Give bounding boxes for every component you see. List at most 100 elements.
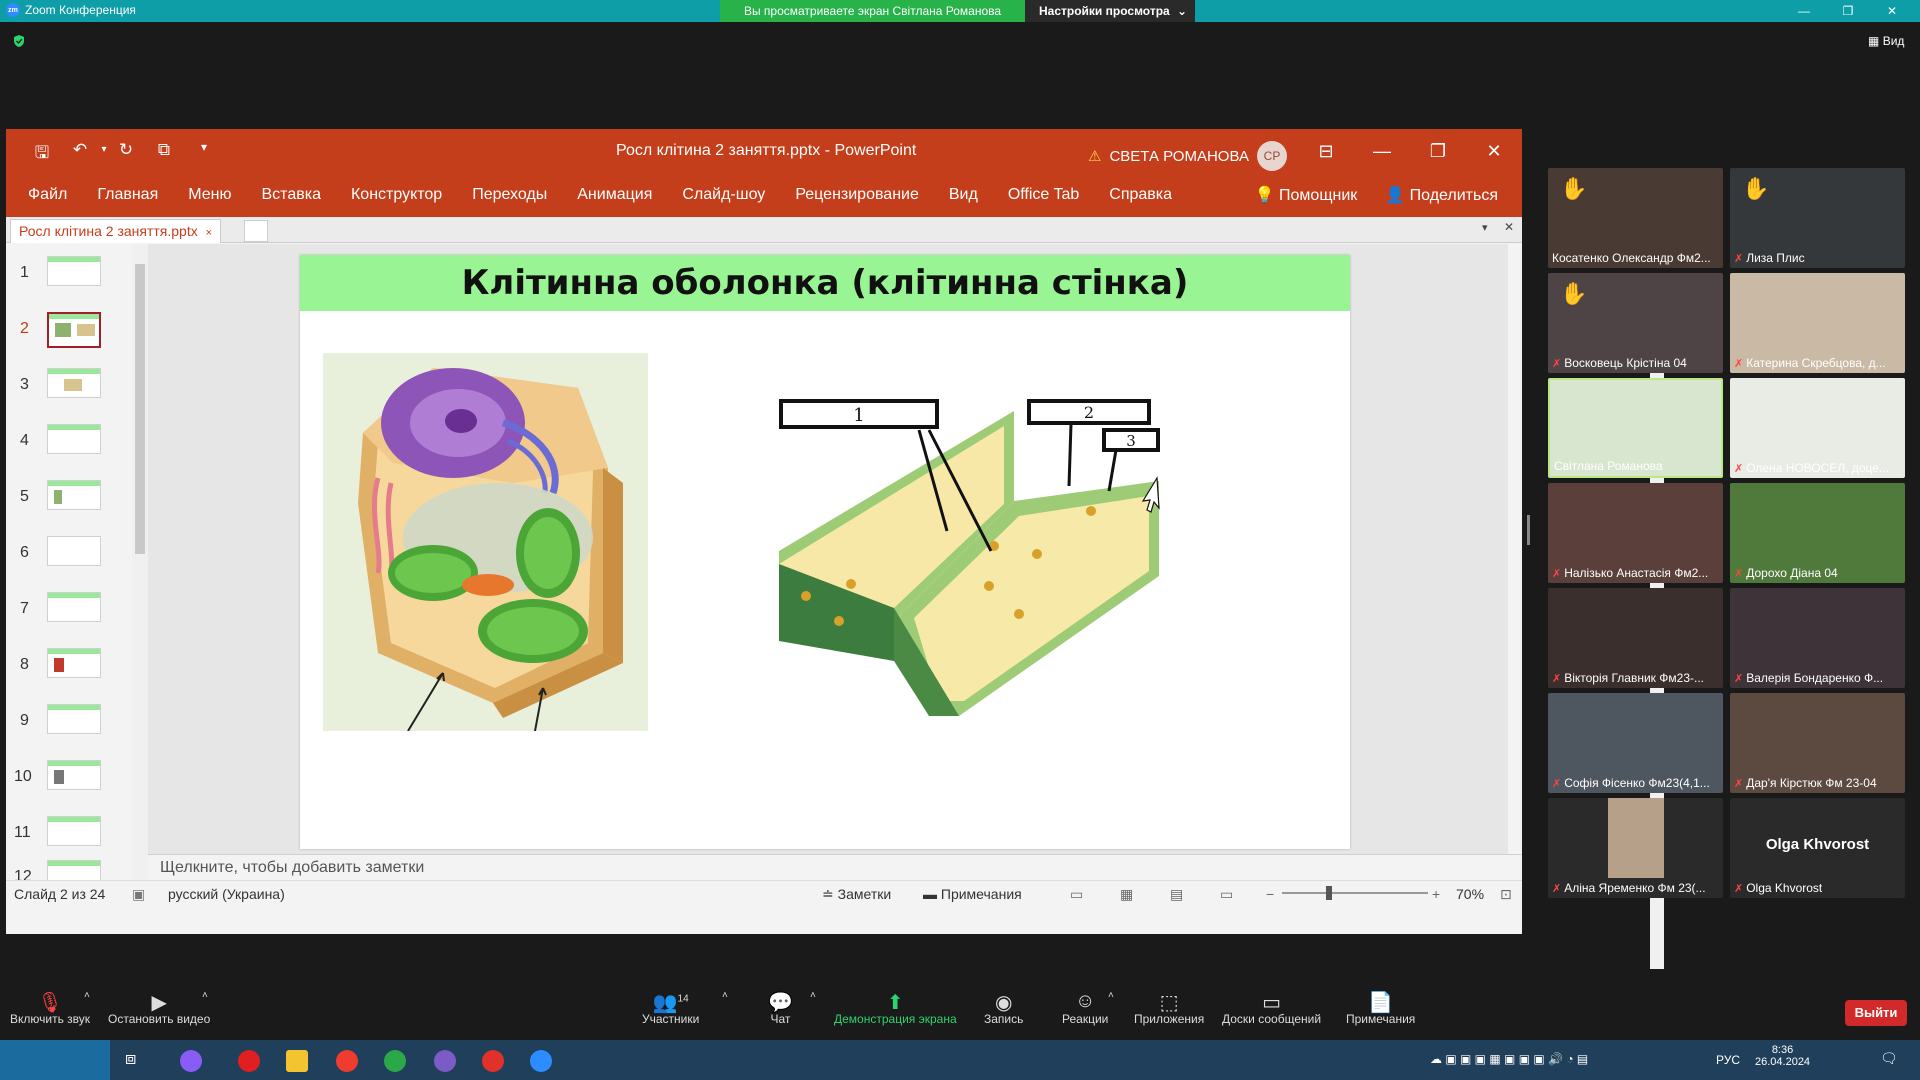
maximize-button[interactable]: ❐ <box>1828 0 1868 22</box>
tab-animations[interactable]: Анимация <box>577 186 652 204</box>
view-button[interactable]: ▦ Вид <box>1868 34 1904 48</box>
tab-view[interactable]: Вид <box>949 186 978 204</box>
shield-icon[interactable] <box>12 34 26 48</box>
slide-thumbnail[interactable]: 9 <box>6 704 136 754</box>
yandex-icon[interactable] <box>482 1050 504 1072</box>
participant-tile[interactable]: ✗ Дорохо Діана 04 <box>1730 483 1905 583</box>
presentation-icon[interactable]: ⧉ <box>152 140 176 162</box>
save-icon[interactable]: 🖫 <box>30 140 54 162</box>
file-explorer-icon[interactable] <box>286 1050 308 1072</box>
undo-icon[interactable]: ↶ <box>68 140 92 162</box>
participant-tile[interactable]: ✋ ✗ Восковець Крістіна 04 <box>1548 273 1723 373</box>
thumbnails-scrollbar[interactable] <box>132 244 148 880</box>
slide-canvas[interactable]: Клітинна оболонка (клітинна стінка) 1 2 … <box>300 255 1350 849</box>
participant-tile[interactable]: ✗ Катерина Скребцова, д... <box>1730 273 1905 373</box>
zoom-in-button[interactable]: + <box>1432 886 1440 902</box>
slide-thumbnail[interactable]: 8 <box>6 648 136 698</box>
start-button[interactable] <box>0 1040 110 1080</box>
language-indicator[interactable]: РУС <box>1716 1053 1740 1067</box>
language-indicator[interactable]: русский (Украина) <box>168 886 285 902</box>
task-view-icon[interactable]: ⧈ <box>125 1048 136 1069</box>
stop-video-button[interactable]: ▶ Остановить видео <box>108 990 210 1026</box>
record-button[interactable]: ◉ Запись <box>984 990 1023 1026</box>
tab-insert[interactable]: Вставка <box>262 186 321 204</box>
share-screen-button[interactable]: ⬆ Демонстрация экрана <box>834 990 957 1026</box>
participants-chevron-icon[interactable]: ˄ <box>722 990 728 1001</box>
tab-help[interactable]: Справка <box>1109 186 1172 204</box>
redo-icon[interactable]: ↻ <box>114 140 138 162</box>
assistant-button[interactable]: 💡 Помощник <box>1255 185 1358 205</box>
customize-toolbar-icon[interactable]: ▾ <box>192 140 216 162</box>
participant-tile[interactable]: ✗ Софія Фісенко Фм23(4,1... <box>1548 693 1723 793</box>
chat-button[interactable]: 💬 Чат <box>768 990 793 1026</box>
participant-tile[interactable]: ✗ Валерія Бондаренко Ф... <box>1730 588 1905 688</box>
yandex-browser-icon[interactable] <box>336 1050 358 1072</box>
participant-tile[interactable]: Olga Khvorost ✗ Olga Khvorost <box>1730 798 1905 898</box>
tab-design[interactable]: Конструктор <box>351 186 442 204</box>
tab-home[interactable]: Главная <box>97 186 158 204</box>
slide-thumbnail[interactable]: 5 <box>6 480 136 530</box>
chat-chevron-icon[interactable]: ˄ <box>810 990 816 1001</box>
fit-slide-icon[interactable]: ⊡ <box>1500 886 1512 903</box>
tab-list-dropdown-icon[interactable]: ▾ <box>1482 221 1488 234</box>
unmute-button[interactable]: 🎙 Включить звук <box>10 990 90 1026</box>
participant-tile[interactable]: ✋ ✗ Лиза Плис <box>1730 168 1905 268</box>
participant-tile-active-speaker[interactable]: Світлана Романова <box>1548 378 1723 478</box>
zoom-taskbar-icon[interactable] <box>530 1050 552 1072</box>
ribbon-display-options-icon[interactable]: ⊟ <box>1306 137 1346 165</box>
chrome-icon[interactable] <box>384 1050 406 1072</box>
zoom-out-button[interactable]: − <box>1266 886 1274 902</box>
slide-thumbnail[interactable]: 7 <box>6 592 136 642</box>
clock[interactable]: 8:36 26.04.2024 <box>1755 1044 1810 1068</box>
opera-icon[interactable] <box>238 1050 260 1072</box>
reactions-chevron-icon[interactable]: ˄ <box>1108 990 1114 1001</box>
audio-options-chevron-icon[interactable]: ˄ <box>84 990 90 1001</box>
comments-toggle[interactable]: ▬ Примечания <box>923 886 1022 902</box>
zoom-slider[interactable] <box>1282 892 1428 894</box>
viber-icon[interactable] <box>434 1050 456 1072</box>
view-options-dropdown[interactable]: Настройки просмотра ⌄ <box>1025 0 1195 22</box>
participant-tile[interactable]: ✗ Вікторія Главник Фм23-... <box>1548 588 1723 688</box>
slide-thumbnail[interactable]: 6 <box>6 536 136 586</box>
slide-thumbnail[interactable]: 3 <box>6 368 136 418</box>
undo-dropdown-icon[interactable]: ▾ <box>92 144 116 166</box>
participant-tile[interactable]: ✗ Налізько Анастасія Фм2... <box>1548 483 1723 583</box>
slide-sorter-icon[interactable]: ▦ <box>1120 886 1133 903</box>
close-tab-icon[interactable]: × <box>206 227 212 239</box>
document-tab[interactable]: Росл клітина 2 заняття.pptx × <box>10 219 222 243</box>
tab-review[interactable]: Рецензирование <box>795 186 919 204</box>
slide-thumbnail-selected[interactable]: 2 <box>6 312 136 362</box>
zoom-level[interactable]: 70% <box>1456 886 1484 902</box>
spelling-icon[interactable]: ▣ <box>132 886 145 903</box>
cortana-icon[interactable] <box>180 1050 202 1072</box>
new-tab-button[interactable] <box>244 220 268 242</box>
leave-button[interactable]: Выйти <box>1845 1000 1907 1026</box>
slide-thumbnail[interactable]: 1 <box>6 256 136 306</box>
notes-button[interactable]: 📄 Примечания <box>1346 990 1415 1026</box>
share-button[interactable]: 👤 Поделиться <box>1385 185 1498 205</box>
ppt-minimize-button[interactable]: — <box>1362 137 1402 165</box>
apps-button[interactable]: ⬚ Приложения <box>1134 990 1204 1026</box>
close-all-icon[interactable]: ✕ <box>1504 220 1514 234</box>
slideshow-icon[interactable]: ▭ <box>1220 886 1233 903</box>
reading-view-icon[interactable]: ▤ <box>1170 886 1183 903</box>
zoom-slider-thumb[interactable] <box>1326 886 1332 900</box>
participant-tile[interactable]: ✗ Олена НОВОСЕЛ, доце... <box>1730 378 1905 478</box>
slide-thumbnail[interactable]: 10 <box>6 760 136 810</box>
tab-office-tab[interactable]: Office Tab <box>1008 186 1079 204</box>
notifications-icon[interactable]: 🗨 <box>1880 1050 1898 1067</box>
ppt-restore-button[interactable]: ❐ <box>1418 137 1458 165</box>
tab-file[interactable]: Файл <box>28 186 67 204</box>
slide-thumbnail[interactable]: 11 <box>6 816 136 866</box>
ppt-user-account[interactable]: ⚠ СВЕТА РОМАНОВА СР <box>1088 141 1287 171</box>
system-tray[interactable]: ☁ ▣ ▣ ▣ ▦ ▣ ▣ ▣ 🔊 ◔ ▤ <box>1430 1052 1588 1066</box>
normal-view-icon[interactable]: ▭ <box>1070 886 1083 903</box>
participant-tile[interactable]: ✗ Аліна Яременко Фм 23(... <box>1548 798 1723 898</box>
tab-menu[interactable]: Меню <box>188 186 231 204</box>
notes-pane[interactable]: Щелкните, чтобы добавить заметки <box>148 854 1522 880</box>
tab-slideshow[interactable]: Слайд-шоу <box>682 186 765 204</box>
ppt-close-button[interactable]: ✕ <box>1474 137 1514 165</box>
tab-transitions[interactable]: Переходы <box>472 186 547 204</box>
slide-thumbnail[interactable]: 4 <box>6 424 136 474</box>
participants-button[interactable]: 👥14 Участники <box>642 990 699 1026</box>
